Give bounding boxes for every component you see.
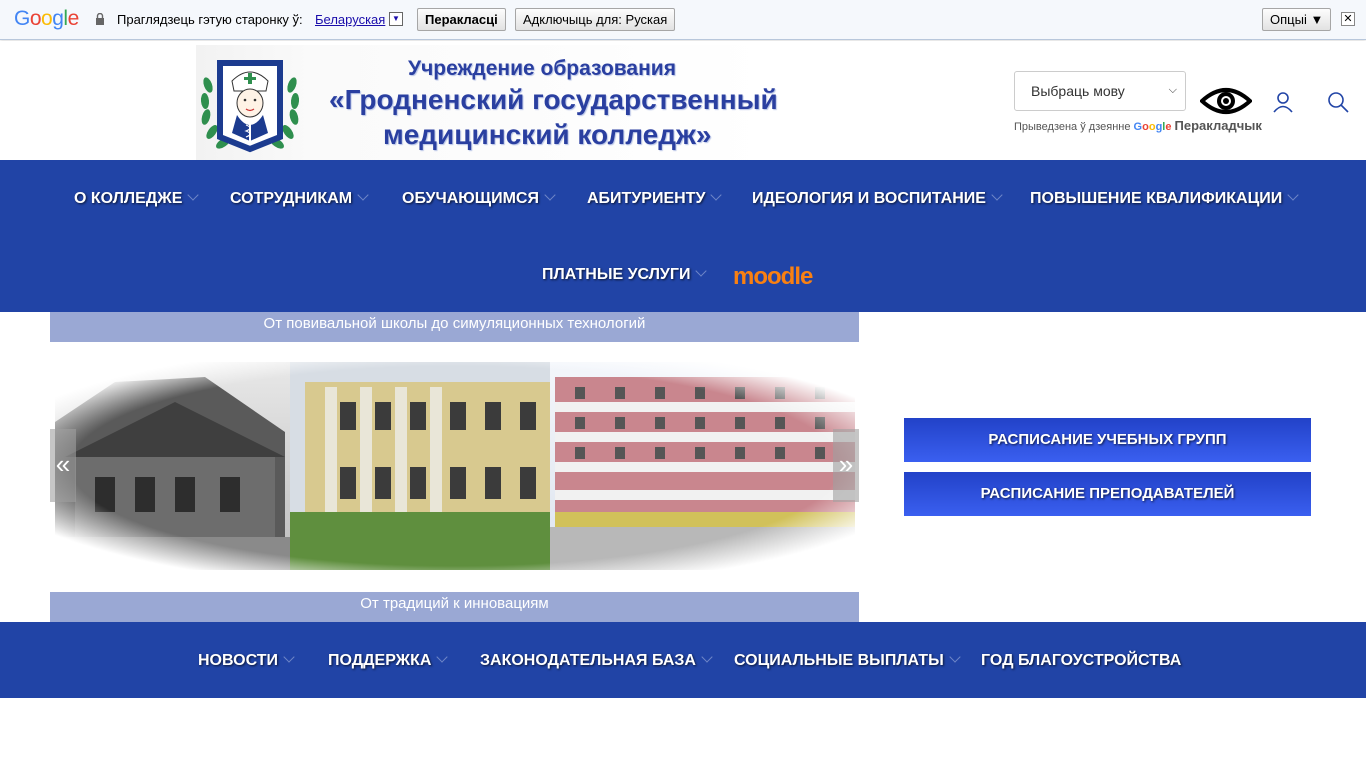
nav-item-qualification[interactable]: Повышение квалификации [1030, 189, 1299, 208]
lock-icon [96, 13, 104, 25]
slider-next-button[interactable]: » [833, 429, 859, 502]
nav-item-label: Законодательная база [480, 652, 696, 669]
slider-caption-top: От повивальной школы до симуляционных те… [50, 312, 859, 342]
nav-item-label: Новости [198, 652, 279, 669]
nav-item-label: Год благоустройства [981, 652, 1182, 669]
translate-language-link[interactable]: Беларуская [315, 12, 385, 27]
chevron-down-icon: ⌵ [1168, 84, 1177, 96]
chevron-down-icon [544, 189, 556, 201]
college-emblem-icon [200, 60, 300, 153]
site-header: Учреждение образования «Гродненский госу… [0, 41, 1366, 160]
chevron-down-icon [701, 651, 713, 663]
options-button[interactable]: Опцыі ▼ [1262, 8, 1332, 31]
college-buildings-image [55, 362, 855, 570]
chevron-down-icon [283, 651, 295, 663]
powered-prefix: Прыведзена ў дзеянне [1014, 121, 1131, 133]
nav-item-legislation[interactable]: Законодательная база [480, 651, 713, 670]
nav-item-news[interactable]: Новости [198, 651, 295, 670]
nav-item-paid-services[interactable]: Платные услуги [542, 265, 708, 284]
institution-line-3: медицинский колледж» [383, 119, 712, 150]
disable-for-language-button[interactable]: Адключыць для: Руская [515, 8, 676, 31]
chevron-down-icon [710, 189, 723, 201]
google-small-logo: Google [1133, 121, 1172, 133]
language-select-value: Выбраць мову [1031, 83, 1125, 99]
nav-item-label: Повышение квалификации [1030, 190, 1283, 207]
nav-item-students[interactable]: Обучающимся [402, 189, 556, 208]
translator-link[interactable]: Перакладчык [1175, 118, 1262, 133]
nav-item-label: Идеология и воспитание [752, 190, 986, 207]
chevron-down-icon [436, 651, 449, 663]
moodle-logo[interactable]: moodle [733, 263, 813, 291]
nav-item-applicants[interactable]: Абитуриенту [587, 189, 723, 208]
nav-item-label: Обучающимся [402, 190, 539, 207]
institution-line-2: «Гродненский государственный [329, 84, 778, 115]
nav-item-year-of-improvement[interactable]: Год благоустройства [981, 652, 1181, 670]
search-icon[interactable] [1327, 91, 1349, 113]
nav-item-employees[interactable]: Сотрудникам [230, 189, 369, 208]
chevron-down-icon [1287, 189, 1299, 201]
user-icon[interactable] [1272, 91, 1294, 113]
slider-prev-button[interactable]: « [50, 429, 76, 502]
nav-item-support[interactable]: Поддержка [328, 651, 449, 670]
google-logo: Google [14, 7, 79, 30]
language-dropdown-icon[interactable]: ▼ [389, 12, 403, 26]
chevron-down-icon [695, 265, 708, 277]
site-logo-banner[interactable]: Учреждение образования «Гродненский госу… [196, 45, 778, 160]
moodle-label: moodle [733, 263, 813, 290]
nav-item-label: Социальные выплаты [734, 652, 944, 669]
nav-item-label: Платные услуги [542, 266, 691, 283]
nav-item-ideology[interactable]: Идеология и воспитание [752, 189, 1003, 208]
translate-button[interactable]: Перакласці [417, 8, 506, 31]
slider-caption-bottom: От традиций к инновациям [50, 592, 859, 622]
teacher-schedule-button[interactable]: Расписание преподавателей [904, 472, 1311, 516]
secondary-navigation: Новости Поддержка Законодательная база С… [0, 622, 1366, 698]
nav-item-label: О колледже [74, 190, 183, 207]
low-vision-eye-icon[interactable] [1200, 85, 1252, 117]
slider-image [55, 362, 855, 570]
chevron-down-icon [187, 189, 200, 201]
powered-by-google-translate: Прыведзена ў дзеянне Google Перакладчык [1014, 118, 1262, 133]
translate-bar: Google Праглядзець гэтую старонку ў: Бел… [0, 0, 1366, 40]
nav-item-label: Сотрудникам [230, 190, 353, 207]
language-select[interactable]: Выбраць мову ⌵ [1014, 71, 1186, 111]
chevron-down-icon [357, 189, 369, 201]
nav-item-about-college[interactable]: О колледже [74, 189, 200, 208]
close-icon[interactable]: ✕ [1341, 12, 1355, 26]
institution-line-1: Учреждение образования [408, 57, 676, 80]
nav-item-social-payments[interactable]: Социальные выплаты [734, 651, 961, 670]
group-schedule-button[interactable]: Расписание учебных групп [904, 418, 1311, 462]
nav-item-label: Поддержка [328, 652, 432, 669]
chevron-down-icon [949, 651, 961, 663]
nav-item-label: Абитуриенту [587, 190, 706, 207]
chevron-down-icon [991, 189, 1003, 201]
main-navigation: О колледже Сотрудникам Обучающимся Абиту… [0, 160, 1366, 312]
translate-prompt: Праглядзець гэтую старонку ў: [117, 12, 303, 27]
